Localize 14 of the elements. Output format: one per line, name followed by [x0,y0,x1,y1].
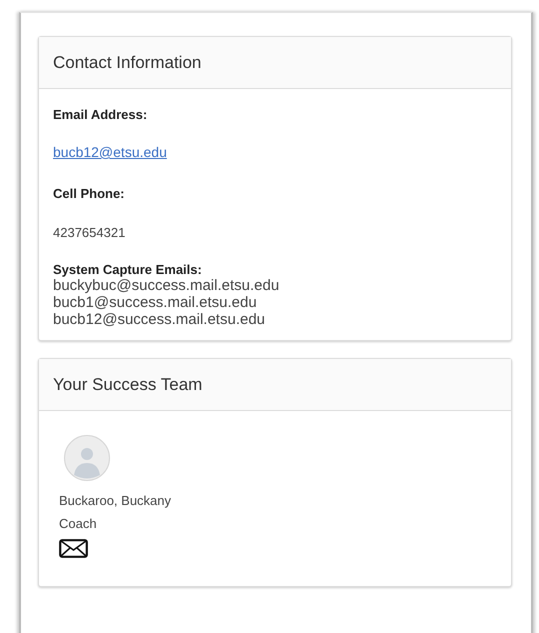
field-label: Cell Phone: [53,186,126,201]
envelope-icon[interactable] [59,539,88,558]
avatar-icon [64,435,110,481]
capture-email: bucb12@success.mail.etsu.edu [53,311,266,328]
member-name: Buckaroo, Buckany [59,493,172,508]
email-link[interactable]: bucb12@etsu.edu [53,144,167,160]
field-label: Email Address: [53,107,148,122]
capture-email: buckybuc@success.mail.etsu.edu [53,277,280,294]
member-role: Coach [59,516,98,531]
field-label: System Capture Emails: [53,262,203,277]
phone-value: 4237654321 [53,225,126,240]
card-title: Your Success Team [53,374,202,394]
card-title: Contact Information [53,52,202,72]
capture-email: bucb1@success.mail.etsu.edu [53,294,258,311]
